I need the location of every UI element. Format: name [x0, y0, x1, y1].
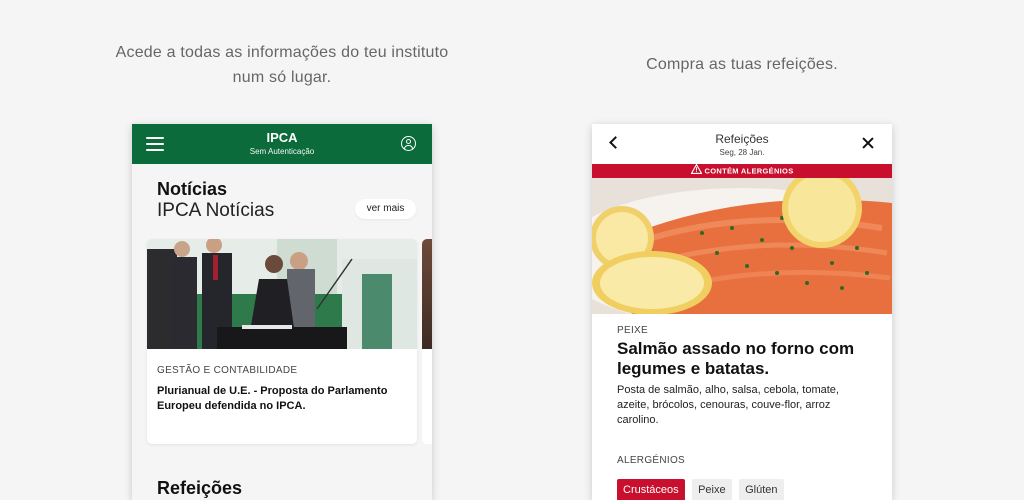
meal-detail-screen: Refeições Seg, 28 Jan. CONTÉM ALERGÉNIOS	[592, 124, 892, 500]
allergen-alert-banner: CONTÉM ALERGÉNIOS	[592, 163, 892, 179]
allergen-chip-peixe: Peixe	[692, 479, 732, 500]
see-more-button[interactable]: ver mais	[355, 199, 416, 219]
news-card[interactable]: GESTÃO E CONTABILIDADE Plurianual de U.E…	[147, 239, 417, 444]
news-photo-illustration	[147, 239, 417, 349]
dish-description: Posta de salmão, alho, salsa, cebola, to…	[617, 384, 839, 426]
allergen-chip-crustaceos: Crustáceos	[617, 479, 685, 500]
meals-heading: Refeições	[157, 478, 243, 498]
user-circle-icon[interactable]	[401, 136, 416, 151]
app-bar: IPCA Sem Autenticação	[132, 124, 432, 164]
news-card-next[interactable]	[422, 239, 432, 444]
news-title: Plurianual de U.E. - Proposta do Parlame…	[157, 385, 388, 412]
news-section-header: Notícias IPCA Notícias	[157, 179, 274, 223]
dish-name: Salmão assado no forno com legumes e bat…	[617, 339, 855, 378]
app-title: IPCA	[266, 130, 298, 145]
chevron-left-icon[interactable]	[609, 136, 622, 149]
menu-icon[interactable]	[146, 137, 164, 151]
auth-status: Sem Autenticação	[249, 147, 315, 156]
news-photo	[147, 239, 417, 349]
dish-photo	[592, 178, 892, 314]
meal-header-title: Refeições	[715, 132, 769, 146]
meal-header-date: Seg, 28 Jan.	[719, 148, 765, 157]
left-caption: Acede a todas as informações do teu inst…	[115, 44, 449, 86]
dish-type: PEIXE	[617, 325, 648, 336]
allergen-chip-gluten: Glúten	[739, 479, 784, 500]
close-icon[interactable]	[862, 137, 874, 149]
allergen-chips: Crustáceos Peixe Glúten	[617, 479, 787, 500]
allergen-alert-text: CONTÉM ALERGÉNIOS	[704, 166, 794, 176]
news-category: GESTÃO E CONTABILIDADE	[157, 365, 298, 376]
warning-icon	[690, 163, 702, 179]
news-app-screen: IPCA Sem Autenticação Notícias IPCA Notí…	[132, 124, 432, 500]
news-photo-next	[422, 239, 432, 349]
allergens-heading: ALERGÉNIOS	[617, 455, 686, 466]
news-subheading: IPCA Notícias	[157, 200, 275, 221]
dish-photo-illustration	[592, 178, 892, 314]
meal-header: Refeições Seg, 28 Jan.	[592, 124, 892, 164]
news-heading: Notícias	[157, 179, 228, 199]
right-caption: Compra as tuas refeições.	[646, 56, 838, 73]
